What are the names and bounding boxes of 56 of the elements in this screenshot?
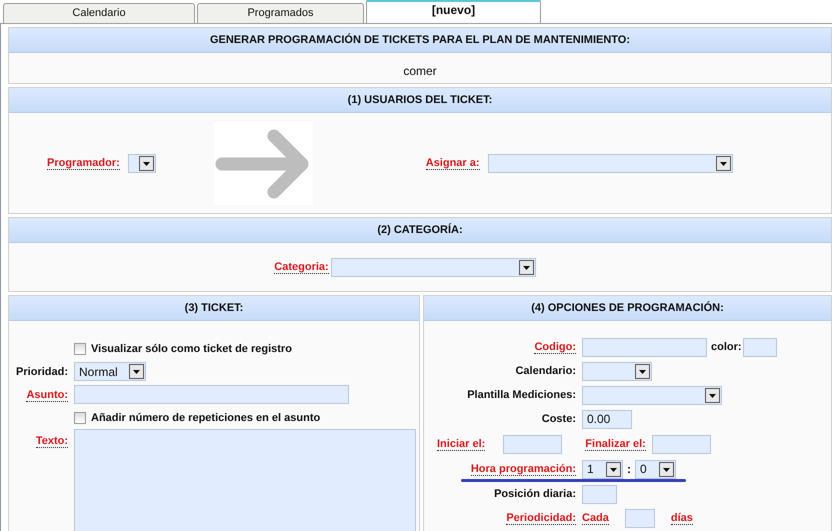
- field-label: Iniciar el:: [437, 438, 486, 450]
- section-header: (3) TICKET:: [9, 296, 419, 321]
- caret-icon[interactable]: [635, 364, 650, 378]
- field-label: Posición diaria:: [494, 488, 576, 500]
- field-label: Categoria:: [274, 260, 329, 274]
- field-label: Codigo:: [534, 340, 576, 354]
- field-label: color:: [711, 341, 742, 353]
- dropdown-field[interactable]: 0: [635, 460, 676, 478]
- section-header: GENERAR PROGRAMACIÓN DE TICKETS PARA EL PLAN DE MANTENIMIENTO:: [9, 28, 831, 53]
- checkbox[interactable]: [74, 342, 86, 354]
- field-label: Hora programación:: [470, 462, 576, 476]
- field-label: Calendario:: [515, 365, 576, 377]
- caret-icon[interactable]: [705, 388, 720, 402]
- caret-icon[interactable]: [129, 364, 144, 379]
- dropdown-field[interactable]: Normal: [74, 362, 146, 381]
- field-label: Finalizar el:: [585, 438, 646, 450]
- checkbox-label: Añadir número de repeticiones en el asunto: [91, 412, 320, 424]
- input-field[interactable]: [74, 385, 349, 404]
- input-field[interactable]: [582, 484, 617, 504]
- caret-icon[interactable]: [138, 156, 154, 170]
- tab[interactable]: Calendario: [3, 3, 195, 23]
- section-header: (2) CATEGORÍA:: [9, 218, 831, 243]
- field-label: Cada: [582, 512, 609, 524]
- dropdown-field[interactable]: [128, 154, 156, 172]
- section-header: (4) OPCIONES DE PROGRAMACIÓN:: [424, 296, 831, 321]
- tab[interactable]: Programados: [197, 3, 364, 23]
- dropdown-field[interactable]: 1: [582, 460, 623, 478]
- field-label: Coste:: [542, 413, 576, 425]
- tab[interactable]: [nuevo]: [366, 0, 541, 23]
- field-label: Programador:: [47, 156, 120, 170]
- date-field[interactable]: [503, 434, 562, 454]
- dropdown-field[interactable]: [488, 154, 733, 172]
- section-header: (1) USUARIOS DEL TICKET:: [9, 88, 831, 113]
- field-label: Asignar a:: [426, 156, 480, 170]
- input-field[interactable]: [582, 338, 707, 356]
- field-label: Periodicidad:: [506, 512, 576, 524]
- caret-icon[interactable]: [518, 260, 534, 274]
- field-label: Prioridad:: [16, 366, 68, 378]
- checkbox-label: Visualizar sólo como ticket de registro: [91, 342, 292, 354]
- dropdown-field[interactable]: [330, 258, 536, 276]
- field-label: Texto:: [36, 435, 68, 448]
- field-label: Plantilla Mediciones:: [467, 389, 576, 401]
- date-field[interactable]: [652, 434, 711, 454]
- dropdown-field[interactable]: [582, 386, 722, 404]
- input-field[interactable]: 0.00: [582, 410, 632, 428]
- checkbox[interactable]: [74, 412, 86, 424]
- input-field[interactable]: [624, 508, 655, 528]
- caret-icon[interactable]: [606, 462, 621, 476]
- field-label: días: [670, 512, 693, 524]
- caret-icon[interactable]: [716, 156, 731, 170]
- plan-name: comer: [402, 63, 438, 80]
- dropdown-field[interactable]: [582, 362, 652, 380]
- field-label: Asunto:: [26, 388, 68, 402]
- color-field[interactable]: [742, 338, 777, 356]
- caret-icon[interactable]: [659, 462, 674, 476]
- time-separator: :: [627, 462, 631, 476]
